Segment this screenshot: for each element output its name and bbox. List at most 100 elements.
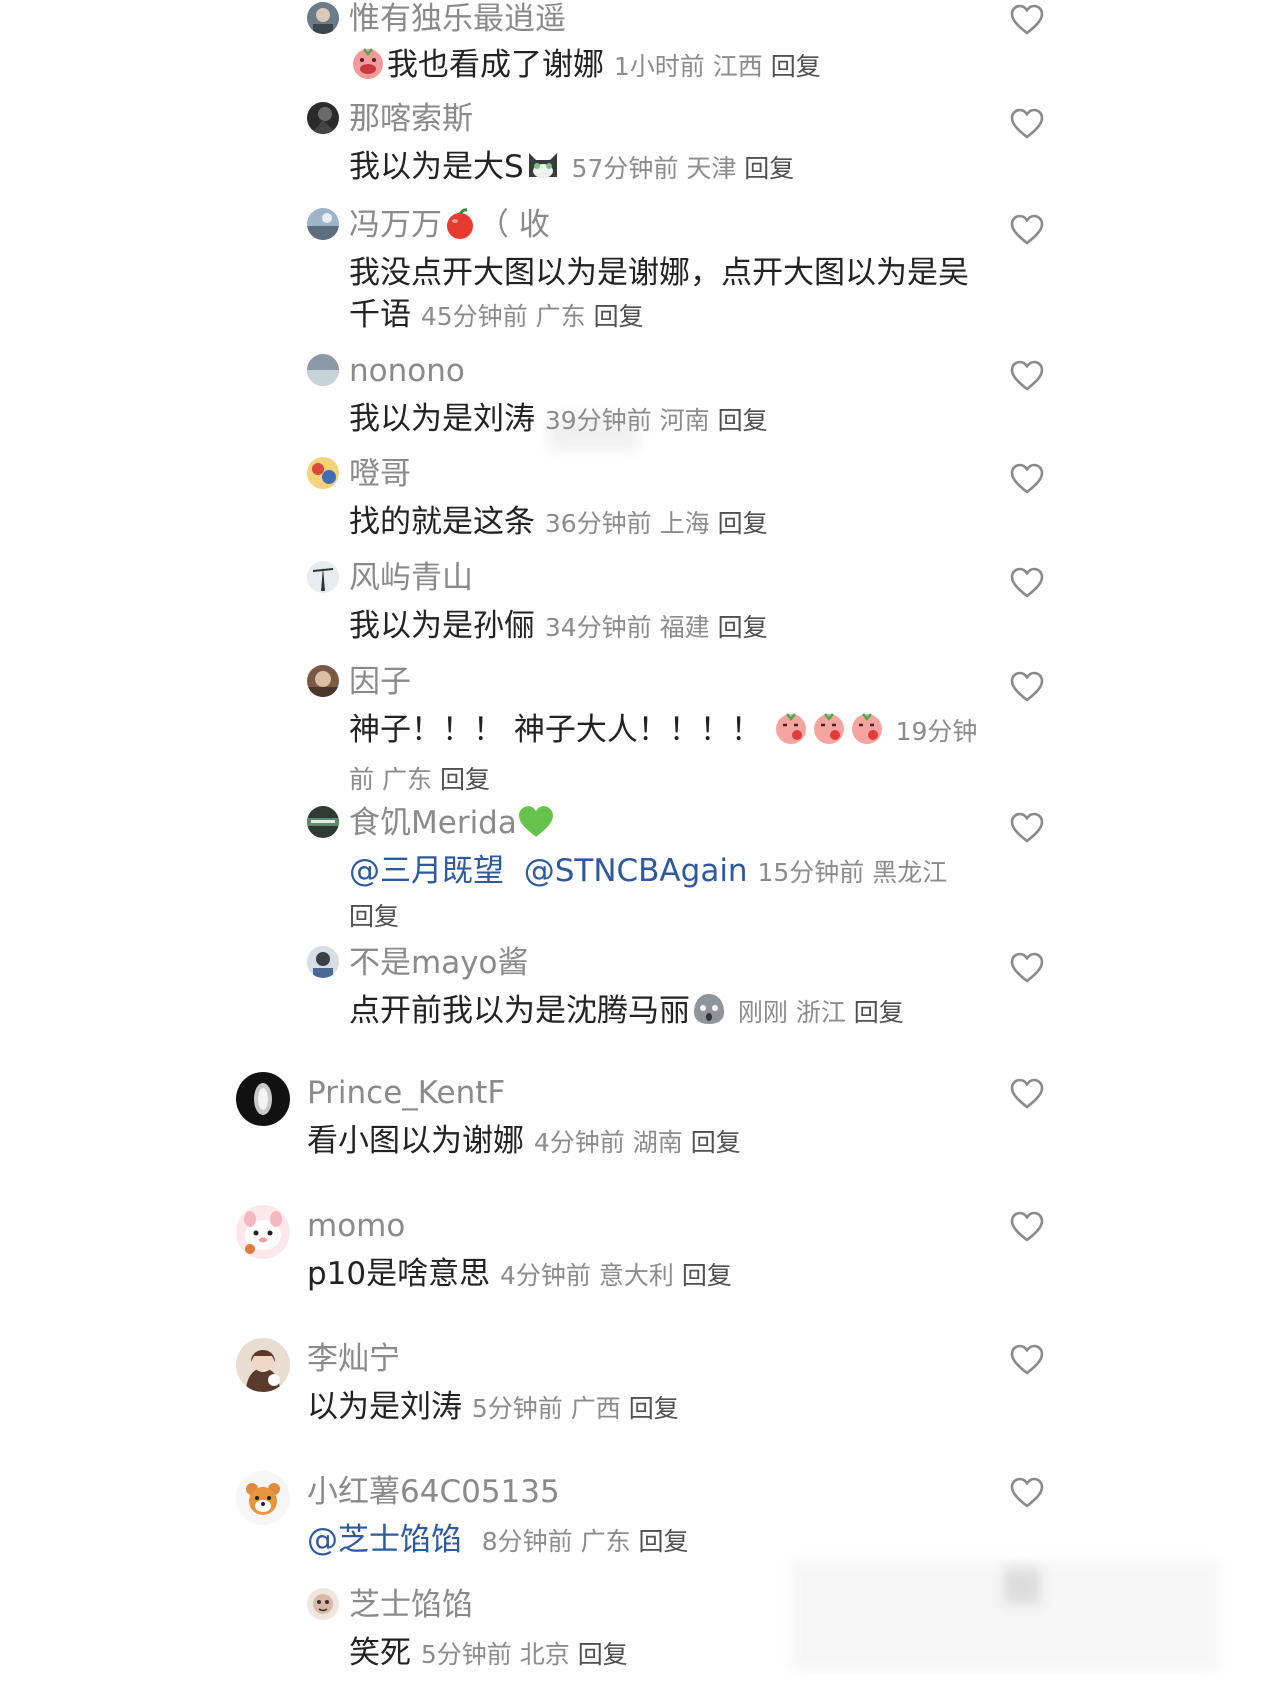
like-button[interactable] — [1010, 1211, 1044, 1243]
heart-outline-icon — [1010, 671, 1044, 703]
timestamp: 15分钟前 — [757, 858, 865, 887]
like-button[interactable] — [1010, 463, 1044, 495]
location: 意大利 — [598, 1261, 674, 1290]
like-button[interactable] — [1010, 108, 1044, 140]
avatar[interactable] — [307, 457, 339, 489]
reply-button[interactable]: 回复 — [578, 1640, 628, 1669]
avatar[interactable] — [307, 561, 339, 593]
comment-text: 点开前我以为是沈腾马丽 — [349, 993, 690, 1029]
like-button[interactable] — [1010, 567, 1044, 599]
reply-button[interactable]: 回复 — [771, 52, 821, 81]
comment-meta: 5分钟前 北京 回复 — [421, 1640, 628, 1669]
heart-outline-icon — [1010, 214, 1044, 246]
apple-emoji-icon — [443, 207, 477, 250]
reply-button[interactable]: 回复 — [718, 509, 768, 538]
mention-link[interactable]: @芝士馅馅 — [307, 1522, 462, 1558]
username[interactable]: 噔哥 — [349, 455, 411, 493]
location: 湖南 — [632, 1128, 683, 1157]
comment-body: 我也看成了谢娜 1小时前 江西 回复 — [349, 44, 979, 92]
reply-button[interactable]: 回复 — [629, 1394, 679, 1423]
comment-meta: 57分钟前 天津 回复 — [572, 154, 795, 183]
avatar[interactable] — [307, 665, 339, 697]
username[interactable]: Prince_KentF — [307, 1074, 505, 1112]
heart-outline-icon — [1010, 360, 1044, 392]
avatar[interactable] — [307, 806, 339, 838]
comment-meta: 34分钟前 福建 回复 — [545, 613, 768, 642]
comment-body: 看小图以为谢娜 4分钟前 湖南 回复 — [307, 1120, 987, 1164]
avatar[interactable] — [307, 208, 339, 240]
comment-text: 我以为是大S — [349, 149, 524, 185]
avatar[interactable] — [307, 354, 339, 386]
reply-button[interactable]: 回复 — [349, 902, 399, 931]
like-button[interactable] — [1010, 1477, 1044, 1509]
username[interactable]: momo — [307, 1207, 405, 1245]
username[interactable]: 李灿宁 — [307, 1340, 400, 1378]
mention-link[interactable]: @STNCBAgain — [524, 853, 748, 889]
avatar[interactable] — [236, 1338, 290, 1392]
comment-text: 我以为是刘涛 — [349, 401, 535, 437]
location: 福建 — [659, 613, 710, 642]
username-suffix: （ 收 — [478, 207, 550, 243]
username[interactable]: 食饥Merida — [349, 804, 555, 848]
reply-button[interactable]: 回复 — [691, 1128, 741, 1157]
avatar[interactable] — [236, 1205, 290, 1259]
location: 浙江 — [795, 998, 846, 1027]
like-button[interactable] — [1010, 1344, 1044, 1376]
username[interactable]: 那喀索斯 — [349, 100, 473, 138]
avatar[interactable] — [307, 2, 339, 34]
username-text: 冯万万 — [349, 207, 442, 243]
comment-meta: 4分钟前 湖南 回复 — [534, 1128, 741, 1157]
comment-meta: 8分钟前 广东 回复 — [482, 1527, 689, 1556]
blurred-watermark-mark — [1004, 1568, 1040, 1604]
reply-button[interactable]: 回复 — [440, 765, 490, 794]
comment-meta: 4分钟前 意大利 回复 — [500, 1261, 732, 1290]
reply-button[interactable]: 回复 — [718, 613, 768, 642]
username[interactable]: 惟有独乐最逍遥 — [349, 0, 566, 38]
timestamp: 8分钟前 — [481, 1527, 573, 1556]
pig-kiss-emoji-icon — [773, 710, 809, 757]
like-button[interactable] — [1010, 4, 1044, 36]
comment-body: 我以为是大S 57分钟前 天津 回复 — [349, 146, 979, 194]
comment-meta: 5分钟前 广西 回复 — [472, 1394, 679, 1423]
comment-body: 点开前我以为是沈腾马丽 刚刚 浙江 回复 — [349, 990, 979, 1038]
location: 河南 — [659, 406, 710, 435]
like-button[interactable] — [1010, 671, 1044, 703]
reply-button[interactable]: 回复 — [682, 1261, 732, 1290]
reply-button[interactable]: 回复 — [854, 998, 904, 1027]
timestamp: 4分钟前 — [533, 1128, 625, 1157]
location: 天津 — [686, 154, 737, 183]
avatar[interactable] — [307, 1588, 339, 1620]
location: 上海 — [659, 509, 710, 538]
mention-link[interactable]: @三月既望 — [349, 853, 504, 889]
username[interactable]: 因子 — [349, 663, 411, 701]
avatar[interactable] — [236, 1471, 290, 1525]
comment-body: 神子！！！ 神子大人！！！！ 19分钟前 广东 回复 — [349, 709, 979, 801]
like-button[interactable] — [1010, 214, 1044, 246]
comment-body: p10是啥意思 4分钟前 意大利 回复 — [307, 1253, 987, 1297]
username[interactable]: nonono — [349, 352, 465, 390]
heart-outline-icon — [1010, 463, 1044, 495]
timestamp: 36分钟前 — [544, 509, 652, 538]
avatar[interactable] — [307, 946, 339, 978]
username[interactable]: 芝士馅馅 — [349, 1586, 473, 1624]
timestamp: 39分钟前 — [544, 406, 652, 435]
like-button[interactable] — [1010, 360, 1044, 392]
like-button[interactable] — [1010, 812, 1044, 844]
like-button[interactable] — [1010, 1078, 1044, 1110]
username[interactable]: 冯万万 （ 收 — [349, 206, 550, 250]
avatar[interactable] — [307, 102, 339, 134]
avatar[interactable] — [236, 1072, 290, 1126]
reply-button[interactable]: 回复 — [594, 302, 644, 331]
reply-button[interactable]: 回复 — [744, 154, 794, 183]
username[interactable]: 风屿青山 — [349, 559, 473, 597]
comment-body: 我以为是刘涛 39分钟前 河南 回复 — [349, 398, 979, 442]
reply-button[interactable]: 回复 — [639, 1527, 689, 1556]
heart-outline-icon — [1010, 952, 1044, 984]
username[interactable]: 小红薯64C05135 — [307, 1473, 560, 1511]
reply-button[interactable]: 回复 — [718, 406, 768, 435]
like-button[interactable] — [1010, 952, 1044, 984]
username[interactable]: 不是mayo酱 — [349, 944, 529, 982]
shocked-face-emoji-icon — [691, 991, 727, 1038]
comment-thread-screen: { "reply_label": "回复", "comments": [ {"u… — [0, 0, 1280, 1698]
comment-body: 我没点开大图以为是谢娜，点开大图以为是吴千语 45分钟前 广东 回复 — [349, 252, 979, 338]
